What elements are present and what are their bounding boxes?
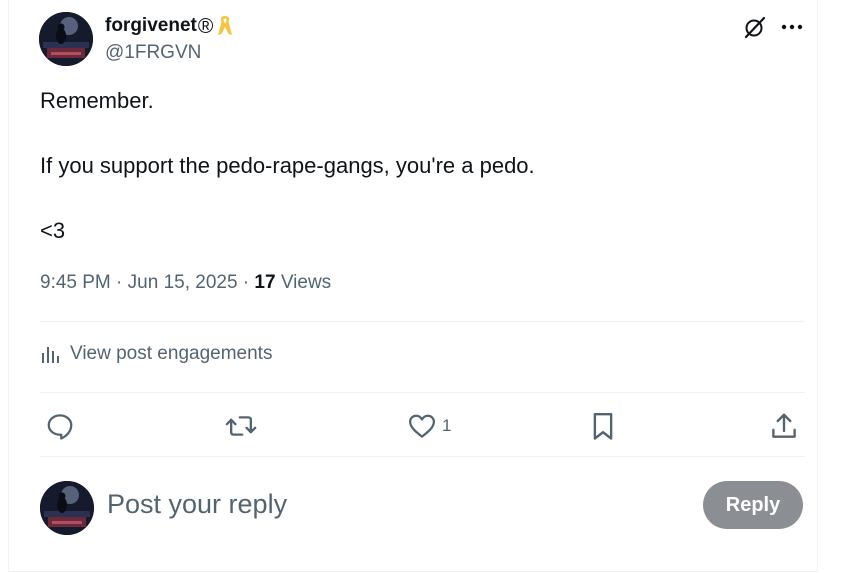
bookmark-icon xyxy=(593,412,613,440)
grok-icon xyxy=(744,16,766,39)
reply-submit-button[interactable]: Reply xyxy=(703,481,803,529)
like-action-button[interactable]: 1 xyxy=(407,409,451,443)
repost-action-button[interactable] xyxy=(225,409,257,443)
grok-button[interactable] xyxy=(742,14,768,40)
share-action-button[interactable] xyxy=(769,409,799,443)
reply-bubble-icon xyxy=(47,414,73,440)
repost-icon xyxy=(225,416,257,436)
avatar-pianist-image xyxy=(40,481,94,535)
meta-separator: · xyxy=(110,272,128,293)
post-card: forgivenet ® @1FRGVN Remember. If you su… xyxy=(8,0,818,572)
reply-input[interactable] xyxy=(107,489,527,520)
post-text-line: Remember. xyxy=(40,88,154,113)
post-text-line: If you support the pedo-rape-gangs, you'… xyxy=(40,153,535,178)
author-display-name[interactable]: forgivenet xyxy=(105,15,197,37)
heart-icon xyxy=(409,414,435,438)
more-options-button[interactable] xyxy=(779,14,805,40)
more-dots-icon xyxy=(781,24,803,30)
divider xyxy=(40,456,805,457)
post-time[interactable]: 9:45 PM xyxy=(40,272,111,294)
author-name-row: forgivenet ® xyxy=(105,14,233,38)
view-engagements-label: View post engagements xyxy=(70,343,273,364)
post-text-line: <3 xyxy=(40,218,66,243)
author-handle[interactable]: @1FRGVN xyxy=(105,42,201,64)
views-count: 17 xyxy=(254,272,276,293)
like-count: 1 xyxy=(442,416,452,435)
view-engagements-link[interactable]: View post engagements xyxy=(41,343,272,365)
reply-action-button[interactable] xyxy=(45,409,75,443)
bookmark-action-button[interactable] xyxy=(589,409,617,443)
views-label: Views xyxy=(275,272,332,293)
post-meta: 9:45 PM · Jun 15, 2025 · 17 Views xyxy=(40,272,331,294)
analytics-bars-icon xyxy=(42,347,59,363)
post-date[interactable]: Jun 15, 2025 xyxy=(128,272,238,294)
divider xyxy=(40,321,805,322)
divider xyxy=(40,392,805,393)
share-icon xyxy=(772,413,796,438)
registered-mark: ® xyxy=(197,14,214,38)
meta-separator: · xyxy=(237,272,255,293)
current-user-avatar[interactable] xyxy=(40,481,94,535)
author-avatar[interactable] xyxy=(39,12,93,66)
avatar-pianist-image xyxy=(39,12,93,66)
yellow-ribbon-icon xyxy=(217,15,233,37)
